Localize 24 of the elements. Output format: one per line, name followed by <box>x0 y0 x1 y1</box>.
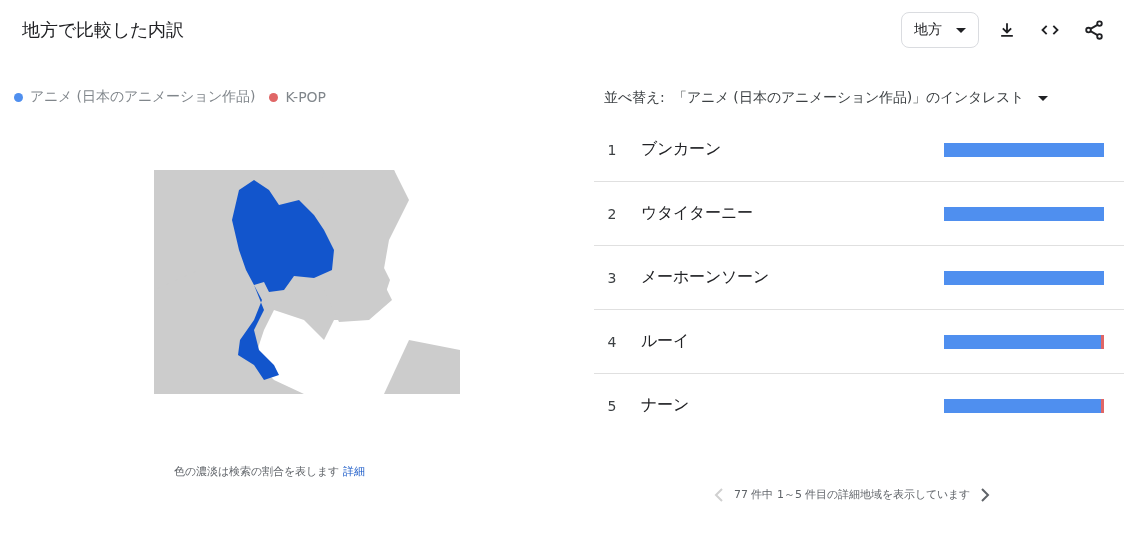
section-title: 地方で比較した内訳 <box>22 18 184 42</box>
rank-number: 2 <box>606 205 618 222</box>
rank-number: 1 <box>606 141 618 158</box>
region-name: メーホーンソーン <box>640 267 770 288</box>
sort-dropdown[interactable]: 「アニメ (日本のアニメーション作品)」のインタレスト <box>672 89 1049 107</box>
next-page-icon[interactable] <box>980 487 991 502</box>
rank-number: 5 <box>606 397 618 414</box>
pagination-text: 77 件中 1～5 件目の詳細地域を表示しています <box>734 487 971 502</box>
legend-label: アニメ (日本のアニメーション作品) <box>30 88 256 106</box>
rank-number: 3 <box>606 269 618 286</box>
caret-icon <box>956 27 966 33</box>
region-name: ウタイターニー <box>640 203 754 224</box>
map-note: 色の濃淡は検索の割合を表します 詳細 <box>174 465 365 478</box>
kpop-interest-bar <box>1100 334 1104 349</box>
legend-label: K-POP <box>285 89 327 105</box>
caret-icon <box>1038 95 1049 101</box>
details-link[interactable]: 詳細 <box>342 465 365 478</box>
region-name: ブンカーン <box>640 139 722 160</box>
region-name: ナーン <box>640 395 690 416</box>
sort-label: 並べ替え: <box>604 89 665 107</box>
kpop-interest-bar <box>1100 398 1104 413</box>
rank-number: 4 <box>606 333 618 350</box>
region-dropdown[interactable]: 地方 <box>901 12 979 48</box>
region-name: ルーイ <box>640 331 690 352</box>
